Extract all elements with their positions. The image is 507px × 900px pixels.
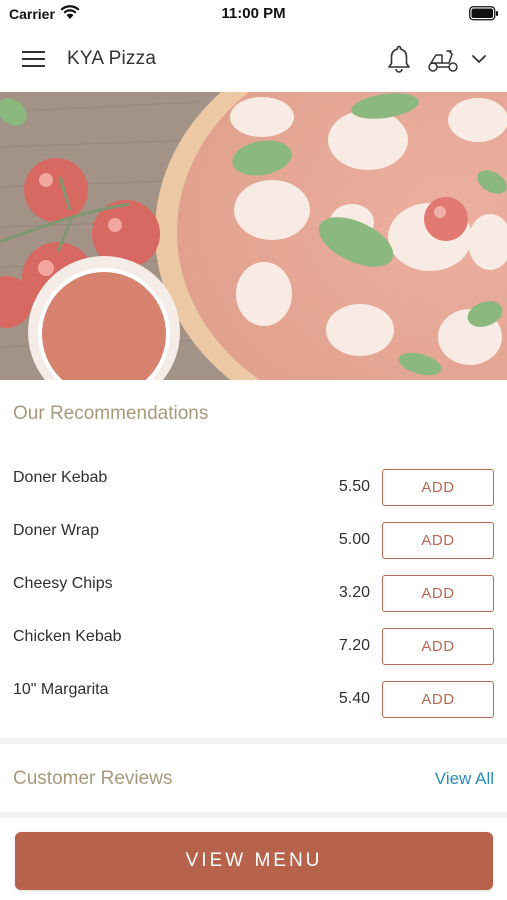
- item-price: 5.50: [338, 478, 370, 495]
- item-name: Doner Kebab: [13, 469, 108, 486]
- item-price: 3.20: [338, 584, 370, 601]
- status-bar: Carrier 11:00 PM: [0, 0, 507, 28]
- add-button[interactable]: ADD: [382, 522, 494, 559]
- app-title: KYA Pizza: [67, 48, 157, 69]
- list-item: Chicken Kebab 7.20 ADD: [0, 628, 507, 668]
- chevron-down-icon[interactable]: [470, 51, 488, 67]
- add-button[interactable]: ADD: [382, 628, 494, 665]
- clock: 11:00 PM: [221, 5, 286, 22]
- battery-icon: [469, 6, 498, 21]
- reviews-title: Customer Reviews: [13, 768, 173, 789]
- view-all-link[interactable]: View All: [435, 769, 494, 789]
- recommendations-title: Our Recommendations: [13, 403, 209, 424]
- item-name: Chicken Kebab: [13, 628, 122, 645]
- add-button[interactable]: ADD: [382, 469, 494, 506]
- item-price: 7.20: [338, 637, 370, 654]
- item-name: Cheesy Chips: [13, 575, 113, 592]
- menu-icon[interactable]: [22, 49, 46, 69]
- item-price: 5.00: [338, 531, 370, 548]
- add-button[interactable]: ADD: [382, 681, 494, 718]
- list-item: 10" Margarita 5.40 ADD: [0, 681, 507, 721]
- bottom-bar: VIEW MENU: [0, 818, 507, 900]
- app-header: KYA Pizza: [0, 28, 507, 92]
- view-menu-button[interactable]: VIEW MENU: [15, 832, 493, 890]
- pizza-illustration: [0, 92, 507, 380]
- item-price: 5.40: [338, 690, 370, 707]
- section-divider: [0, 738, 507, 744]
- list-item: Doner Wrap 5.00 ADD: [0, 522, 507, 562]
- scooter-icon[interactable]: [427, 47, 459, 73]
- add-button[interactable]: ADD: [382, 575, 494, 612]
- bell-icon[interactable]: [386, 44, 412, 74]
- list-item: Cheesy Chips 3.20 ADD: [0, 575, 507, 615]
- hero-image: [0, 92, 507, 380]
- item-name: 10" Margarita: [13, 681, 109, 698]
- list-item: Doner Kebab 5.50 ADD: [0, 469, 507, 509]
- item-name: Doner Wrap: [13, 522, 99, 539]
